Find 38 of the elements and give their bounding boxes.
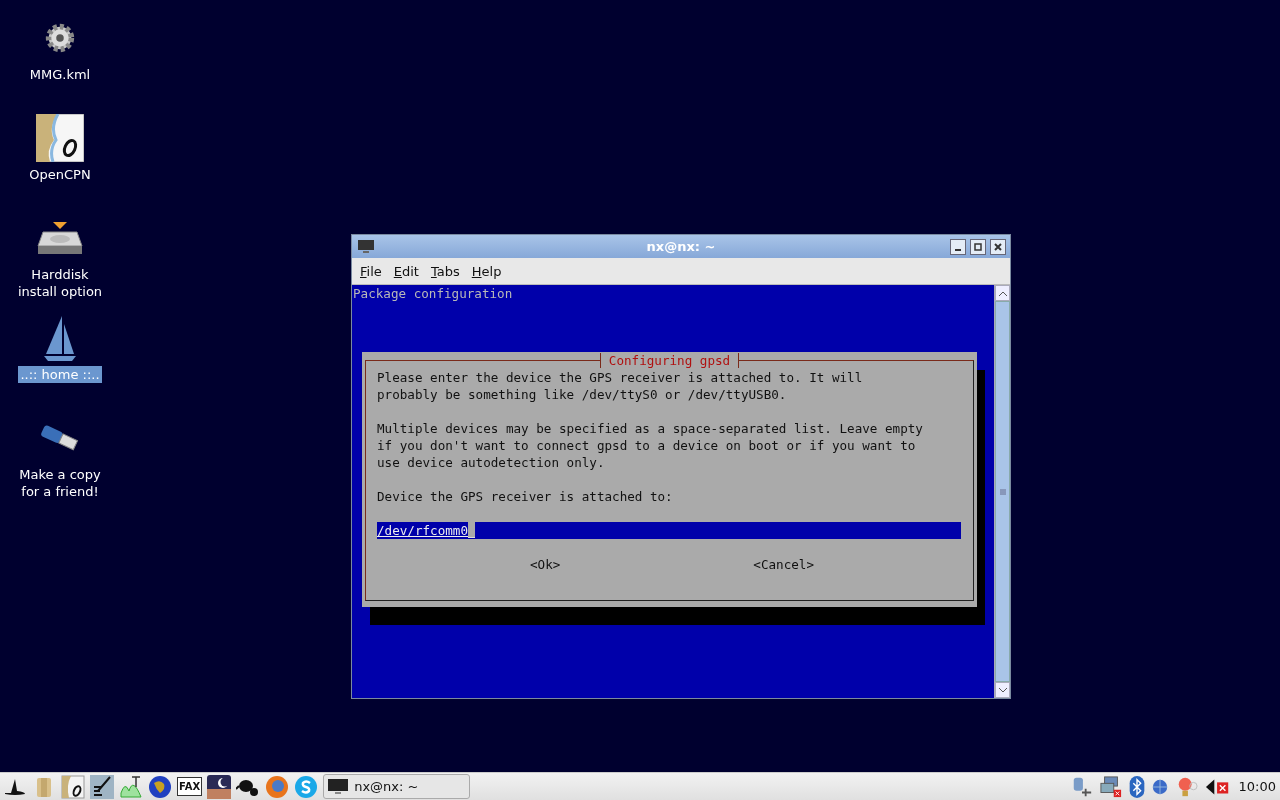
dialog-text-line: Multiple devices may be specified as a space-separated list. Leave empty [377, 420, 924, 437]
scrollbar[interactable] [994, 285, 1010, 698]
prompt-label: Device the GPS receiver is attached to: [377, 488, 674, 505]
taskbar-window-button[interactable]: nx@nx: ~ [323, 774, 471, 799]
monitor-icon[interactable] [328, 778, 349, 795]
monitor-icon [358, 239, 374, 254]
dialog-button[interactable]: <Cancel> [753, 556, 814, 573]
terminal-header: Package configuration [352, 285, 514, 302]
globe-icon[interactable] [265, 774, 290, 799]
dialog-title: Configuring gpsd [599, 353, 740, 368]
sailboat-icon[interactable] [42, 314, 78, 362]
dialog-text-line: if you don't want to connect gpsd to a device on boot or if you want to [377, 437, 917, 454]
desktop-icon-label[interactable]: Make a copy for a friend! [10, 466, 110, 500]
chart-icon[interactable] [61, 774, 85, 799]
device-input-field[interactable]: /dev/rfcomm0 [377, 522, 961, 539]
menu-item[interactable]: Help [465, 263, 508, 279]
clock[interactable]: 10:00 [1238, 779, 1276, 794]
fax-icon[interactable]: FAX [177, 777, 203, 796]
desktop-icon-label[interactable]: Harddisk install option [10, 266, 110, 300]
moon-icon[interactable] [207, 774, 232, 799]
desktop-icon-label[interactable]: OpenCPN [27, 166, 93, 183]
bluetooth-icon[interactable] [1128, 775, 1145, 798]
pen-icon[interactable] [90, 774, 114, 799]
computer-icon[interactable] [1098, 775, 1123, 798]
menu-item[interactable]: Edit [387, 263, 425, 279]
desktop-icon-label[interactable]: MMG.kml [27, 66, 93, 83]
chart-icon[interactable] [36, 114, 84, 162]
globe-icon[interactable] [1150, 777, 1169, 796]
menu-item[interactable]: Tabs [424, 263, 466, 279]
dialog-text-line: Please enter the device the GPS receiver is attached to. It will [377, 369, 864, 386]
window-title: nx@nx: ~ [645, 239, 717, 254]
chat-icon[interactable] [294, 774, 319, 799]
dialog-button[interactable]: <Ok> [530, 556, 561, 573]
menu-item[interactable]: File [354, 263, 388, 279]
dialog-text-line: use device autodetection only. [377, 454, 606, 471]
graph-icon[interactable] [119, 774, 143, 799]
globe-icon[interactable] [148, 774, 172, 799]
dialog-text-line: probably be something like /dev/ttyS0 or /dev/ttyUSB0. [377, 386, 788, 403]
